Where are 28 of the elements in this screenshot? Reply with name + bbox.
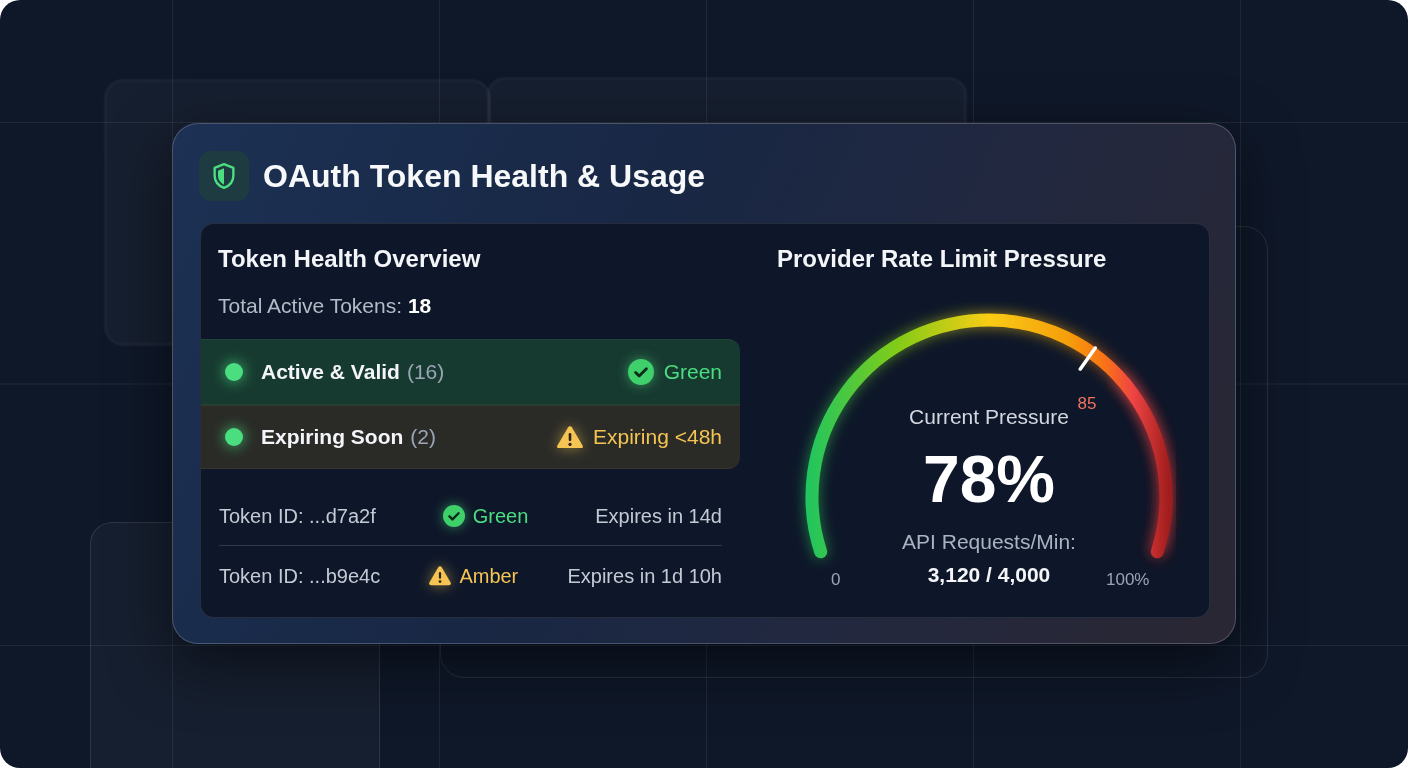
warning-icon — [429, 566, 452, 586]
status-label: Expiring Soon — [261, 424, 404, 451]
check-circle-icon — [627, 359, 654, 385]
gauge-value: 78% — [922, 444, 1056, 514]
status-text: Amber — [459, 564, 519, 589]
status-text: Expiring <48h — [593, 424, 722, 451]
warning-icon — [557, 425, 583, 449]
gauge-caption: API Requests/Min: — [902, 529, 1076, 555]
status-text: Green — [472, 503, 529, 529]
status-count: (2) — [410, 424, 436, 451]
threshold-label: 85 — [1077, 394, 1097, 415]
shield-icon — [199, 151, 249, 201]
token-id: Token ID: ...b9e4c — [219, 564, 381, 589]
gauge-max-label: 100% — [1106, 569, 1150, 591]
total-tokens-text: Total Active Tokens: 18 — [218, 293, 432, 319]
gauge-min-label: 0 — [831, 569, 841, 591]
gauge-label: Current Pressure — [909, 404, 1069, 430]
gauge-reading: 3,120 / 4,000 — [927, 562, 1051, 588]
card-title: OAuth Token Health & Usage — [263, 157, 706, 196]
token-expiry: Expires in 1d 10h — [567, 564, 722, 589]
section-heading: Token Health Overview — [217, 244, 482, 274]
check-circle-icon — [442, 504, 465, 527]
status-label: Active & Valid — [261, 359, 400, 386]
token-id: Token ID: ...d7a2f — [219, 503, 376, 529]
token-expiry: Expires in 14d — [595, 503, 722, 529]
status-text: Green — [663, 359, 722, 386]
status-count: (16) — [406, 359, 445, 386]
section-heading: Provider Rate Limit Pressure — [776, 244, 1108, 274]
